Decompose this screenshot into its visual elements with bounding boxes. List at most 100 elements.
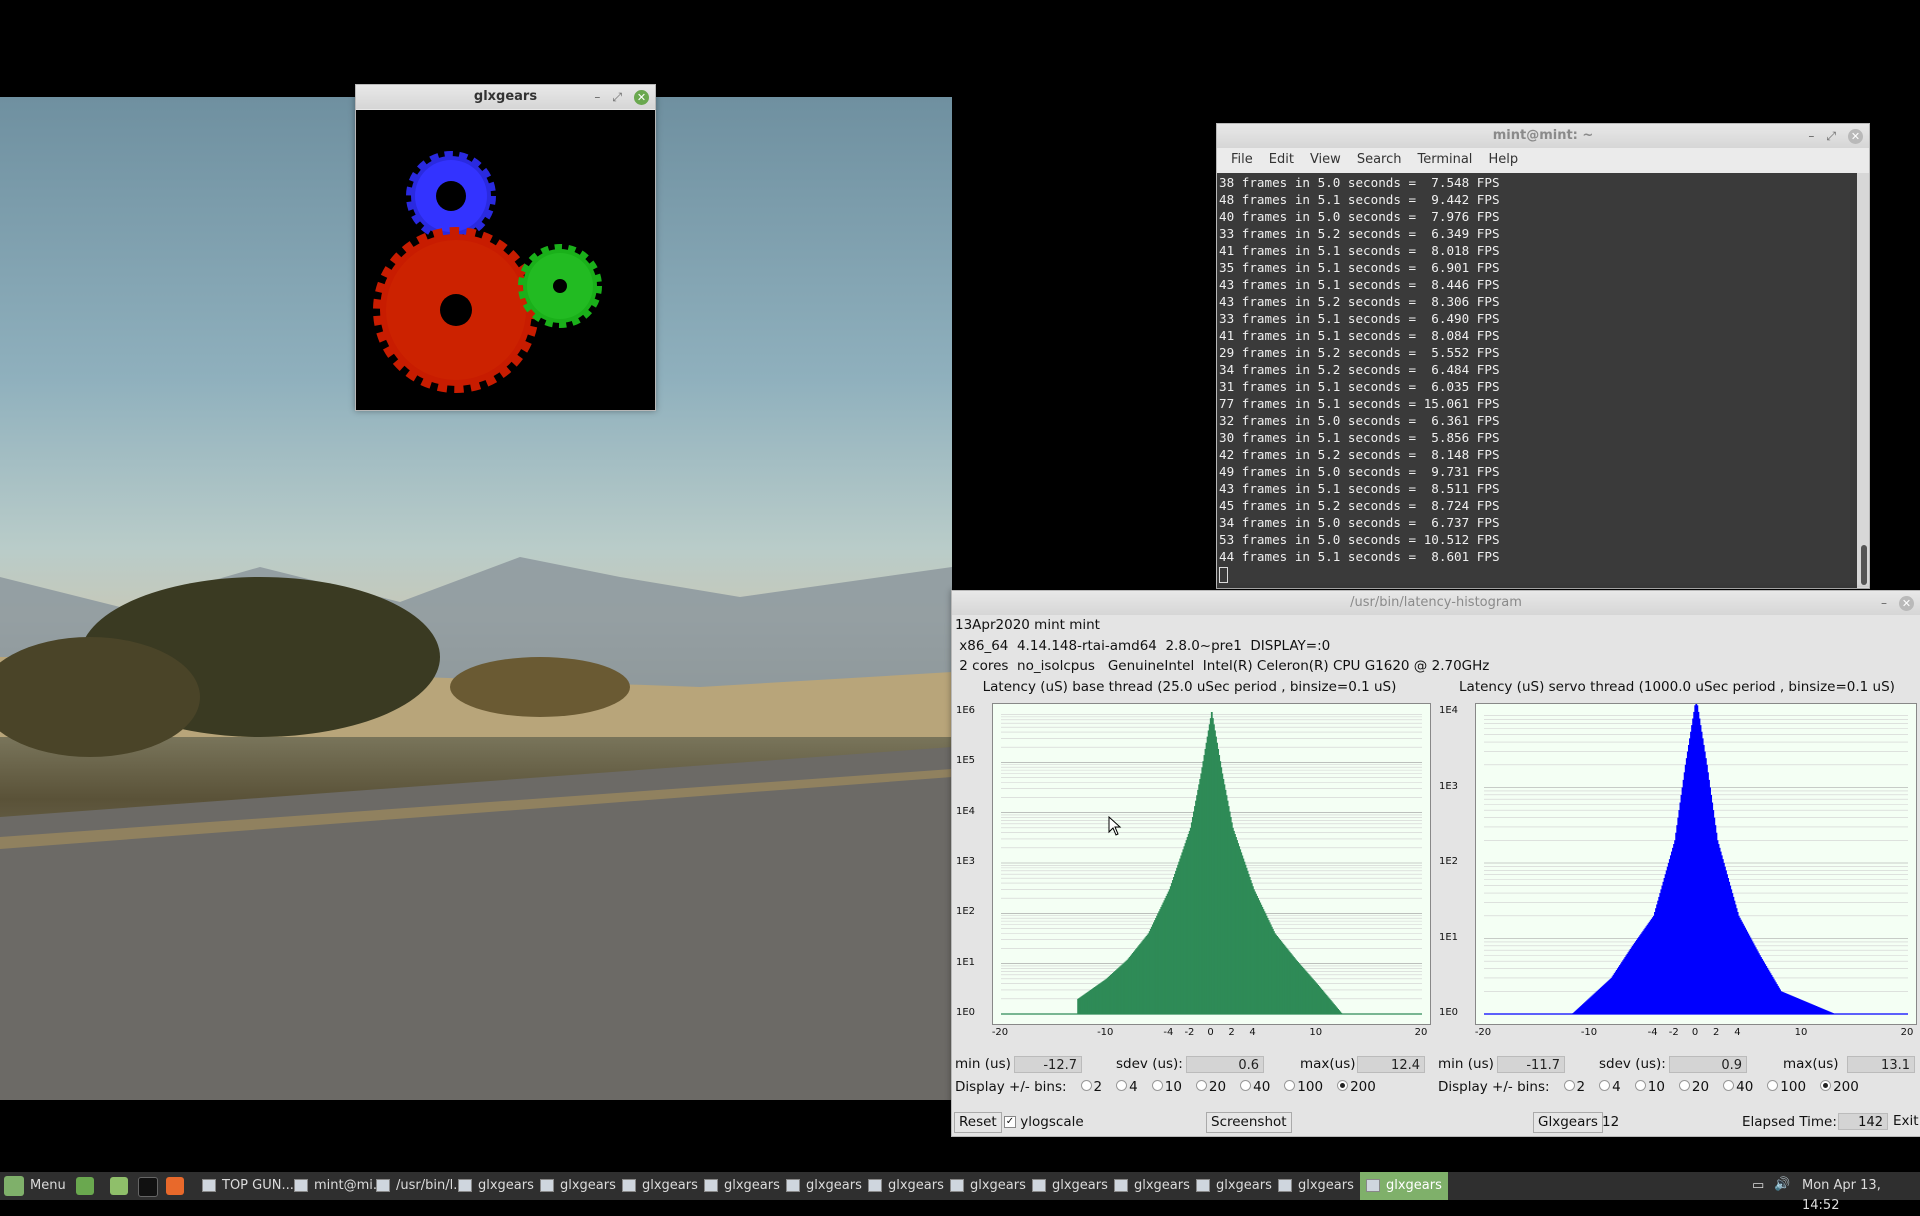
scrollbar-thumb[interactable] bbox=[1861, 545, 1867, 585]
menu-help[interactable]: Help bbox=[1480, 152, 1526, 167]
radio-button[interactable] bbox=[1820, 1080, 1831, 1091]
radio-button[interactable] bbox=[1152, 1080, 1163, 1091]
bins-option-100[interactable]: 100 bbox=[1757, 1079, 1806, 1095]
bins-option-10[interactable]: 10 bbox=[1625, 1079, 1665, 1095]
menu-edit[interactable]: Edit bbox=[1261, 152, 1302, 167]
histogram-titlebar[interactable]: /usr/bin/latency-histogram – ✕ bbox=[952, 591, 1920, 615]
radio-button[interactable] bbox=[1081, 1080, 1092, 1091]
menu-terminal[interactable]: Terminal bbox=[1409, 152, 1480, 167]
terminal-window[interactable]: mint@mint: ~ – ⤢ ✕ File Edit View Search… bbox=[1216, 123, 1870, 589]
radio-button[interactable] bbox=[1240, 1080, 1251, 1091]
terminal-line: 32 frames in 5.0 seconds = 6.361 FPS bbox=[1217, 412, 1857, 429]
glxgears-window[interactable]: glxgears – ⤢ ✕ bbox=[355, 84, 656, 411]
close-icon[interactable]: ✕ bbox=[1899, 596, 1914, 611]
glxgears-button[interactable]: Glxgears bbox=[1533, 1112, 1603, 1133]
minimize-icon[interactable]: – bbox=[1881, 591, 1887, 615]
taskbar-item[interactable]: glxgears bbox=[622, 1176, 698, 1196]
taskbar-item[interactable]: glxgears bbox=[786, 1176, 862, 1196]
close-icon[interactable]: ✕ bbox=[1848, 129, 1863, 144]
radio-button[interactable] bbox=[1679, 1080, 1690, 1091]
notifications-icon[interactable]: ▭ bbox=[1752, 1178, 1764, 1193]
taskbar-item[interactable]: glxgears bbox=[704, 1176, 780, 1196]
screenshot-button[interactable]: Screenshot bbox=[1206, 1112, 1292, 1133]
bins-label: Display +/- bins: bbox=[955, 1079, 1067, 1095]
taskbar-item[interactable]: glxgears bbox=[868, 1176, 944, 1196]
taskbar-item-label: glxgears bbox=[642, 1178, 698, 1193]
taskbar-item[interactable]: mint@mi... bbox=[294, 1176, 385, 1196]
ylogscale-toggle[interactable]: ✓ ylogscale bbox=[1004, 1114, 1084, 1130]
menu-file[interactable]: File bbox=[1223, 152, 1261, 167]
minimize-icon[interactable]: – bbox=[594, 85, 600, 109]
radio-button[interactable] bbox=[1635, 1080, 1646, 1091]
exit-button[interactable]: Exit bbox=[1889, 1112, 1920, 1131]
radio-button[interactable] bbox=[1337, 1080, 1348, 1091]
radio-button[interactable] bbox=[1284, 1080, 1295, 1091]
taskbar-item-label: TOP GUN... bbox=[222, 1178, 294, 1193]
bins-option-200[interactable]: 200 bbox=[1327, 1079, 1376, 1095]
bins-option-4[interactable]: 4 bbox=[1106, 1079, 1138, 1095]
bins-option-10[interactable]: 10 bbox=[1142, 1079, 1182, 1095]
bins-option-4[interactable]: 4 bbox=[1589, 1079, 1621, 1095]
taskbar-item[interactable]: glxgears bbox=[1114, 1176, 1190, 1196]
terminal-icon[interactable] bbox=[138, 1177, 158, 1197]
terminal-line: 34 frames in 5.0 seconds = 6.737 FPS bbox=[1217, 514, 1857, 531]
clock[interactable]: Mon Apr 13, 14:52 bbox=[1802, 1176, 1920, 1216]
terminal-line: 38 frames in 5.0 seconds = 7.548 FPS bbox=[1217, 174, 1857, 191]
window-title: mint@mint: ~ bbox=[1493, 128, 1594, 143]
maximize-icon[interactable]: ⤢ bbox=[612, 85, 622, 109]
max-value: 13.1 bbox=[1847, 1056, 1915, 1073]
bins-option-40[interactable]: 40 bbox=[1230, 1079, 1270, 1095]
radio-button[interactable] bbox=[1599, 1080, 1610, 1091]
taskbar-item-label: glxgears bbox=[724, 1178, 780, 1193]
maximize-icon[interactable]: ⤢ bbox=[1826, 124, 1836, 148]
menu-button[interactable]: Menu bbox=[30, 1176, 66, 1196]
taskbar-item[interactable]: glxgears bbox=[1196, 1176, 1272, 1196]
taskbar-item-label: glxgears bbox=[478, 1178, 534, 1193]
latency-histogram-window[interactable]: /usr/bin/latency-histogram – ✕ 13Apr2020… bbox=[951, 590, 1920, 1137]
radio-button[interactable] bbox=[1723, 1080, 1734, 1091]
radio-button[interactable] bbox=[1116, 1080, 1127, 1091]
info-cpu: 2 cores no_isolcpus GenuineIntel Intel(R… bbox=[955, 658, 1489, 674]
taskbar-item[interactable]: glxgears bbox=[1278, 1176, 1354, 1196]
base-thread-panel: Latency (uS) base thread (25.0 uSec peri… bbox=[952, 679, 1427, 1091]
menu-search[interactable]: Search bbox=[1349, 152, 1410, 167]
bins-option-2[interactable]: 2 bbox=[1554, 1079, 1586, 1095]
taskbar-item[interactable]: glxgears bbox=[540, 1176, 616, 1196]
taskbar-item[interactable]: glxgears bbox=[1360, 1172, 1448, 1200]
bins-option-20[interactable]: 20 bbox=[1186, 1079, 1226, 1095]
bins-option-2[interactable]: 2 bbox=[1071, 1079, 1103, 1095]
close-icon[interactable]: ✕ bbox=[634, 90, 649, 105]
bins-option-40[interactable]: 40 bbox=[1713, 1079, 1753, 1095]
glxgears-titlebar[interactable]: glxgears – ⤢ ✕ bbox=[356, 85, 655, 109]
taskbar-item[interactable]: glxgears bbox=[458, 1176, 534, 1196]
window-icon bbox=[868, 1179, 882, 1192]
taskbar-item[interactable]: glxgears bbox=[950, 1176, 1026, 1196]
radio-button[interactable] bbox=[1564, 1080, 1575, 1091]
volume-icon[interactable]: 🔊 bbox=[1774, 1177, 1790, 1192]
text-cursor bbox=[1219, 567, 1228, 583]
terminal-scrollbar[interactable] bbox=[1857, 173, 1869, 587]
radio-button[interactable] bbox=[1767, 1080, 1778, 1091]
firefox-icon[interactable] bbox=[166, 1177, 184, 1195]
taskbar-item[interactable]: glxgears bbox=[1032, 1176, 1108, 1196]
taskbar-item[interactable]: /usr/bin/l... bbox=[376, 1176, 466, 1196]
menu-view[interactable]: View bbox=[1302, 152, 1349, 167]
files-icon[interactable] bbox=[110, 1177, 128, 1195]
y-tick-label: 1E3 bbox=[956, 856, 975, 867]
bins-option-200[interactable]: 200 bbox=[1810, 1079, 1859, 1095]
terminal-output[interactable]: 38 frames in 5.0 seconds = 7.548 FPS48 f… bbox=[1217, 173, 1857, 588]
taskbar-item[interactable]: TOP GUN... bbox=[202, 1176, 294, 1196]
reset-button[interactable]: Reset bbox=[954, 1112, 1002, 1133]
minimize-icon[interactable]: – bbox=[1808, 124, 1814, 148]
radio-button[interactable] bbox=[1196, 1080, 1207, 1091]
base-thread-histogram bbox=[992, 703, 1431, 1025]
bins-option-100[interactable]: 100 bbox=[1274, 1079, 1323, 1095]
bins-option-label: 100 bbox=[1297, 1079, 1323, 1095]
show-desktop-icon[interactable] bbox=[76, 1177, 94, 1195]
bins-option-20[interactable]: 20 bbox=[1669, 1079, 1709, 1095]
ylogscale-checkbox[interactable]: ✓ bbox=[1004, 1116, 1016, 1128]
mint-logo-icon[interactable] bbox=[4, 1176, 24, 1196]
terminal-prompt[interactable] bbox=[1217, 565, 1857, 583]
y-tick-label: 1E5 bbox=[956, 755, 975, 766]
terminal-titlebar[interactable]: mint@mint: ~ – ⤢ ✕ bbox=[1217, 124, 1869, 148]
